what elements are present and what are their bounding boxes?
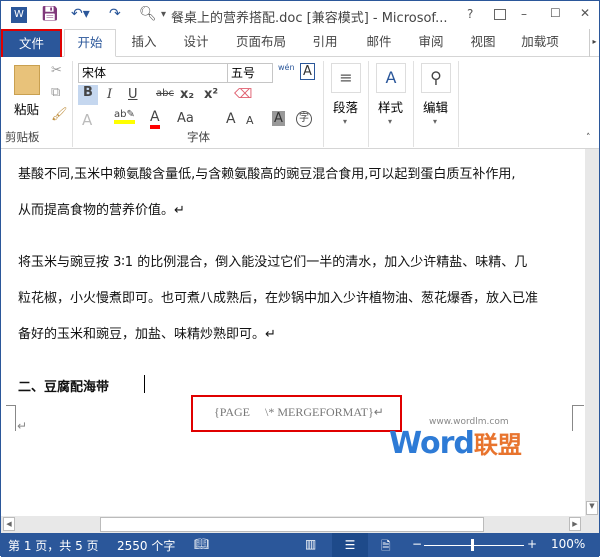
minimize-button[interactable]: – xyxy=(521,7,527,21)
tab-addins[interactable]: 加载项 xyxy=(513,29,567,57)
editing-group[interactable]: ⚲ 编辑 ▾ xyxy=(415,61,459,147)
ribbon-display-button[interactable] xyxy=(494,9,506,20)
font-label: 字体 xyxy=(187,130,210,144)
heading: 二、豆腐配海带 xyxy=(18,380,110,395)
page-count[interactable]: 第 1 页，共 5 页 xyxy=(8,537,99,554)
status-bar: 第 1 页，共 5 页 2550 个字 📖︎ ▥ ☰ 🗎︎ − + 100% xyxy=(1,533,599,557)
editing-button[interactable]: 编辑 xyxy=(423,97,448,116)
char-border-icon[interactable]: A xyxy=(300,63,315,80)
vertical-scrollbar[interactable]: ▼ xyxy=(585,149,599,516)
cut-icon[interactable]: ✂ xyxy=(51,63,62,78)
document-page[interactable]: 基酸不同,玉米中赖氨酸含量低,与含赖氨酸高的豌豆混合食用,可以起到蛋白质互补作用… xyxy=(1,149,585,516)
dropdown-arrow-icon: ▾ xyxy=(433,117,438,126)
text-cursor xyxy=(144,375,145,393)
zoom-slider-thumb[interactable] xyxy=(471,539,474,551)
horizontal-scroll-thumb[interactable] xyxy=(100,517,484,532)
watermark-cn: 联盟 xyxy=(473,431,522,459)
shrink-font-button[interactable]: A xyxy=(246,114,254,127)
tabs-scroll-right[interactable]: ▸ xyxy=(589,29,599,57)
font-color-icon[interactable]: A xyxy=(150,109,160,129)
tab-references[interactable]: 引用 xyxy=(303,29,347,57)
tab-home[interactable]: 开始 xyxy=(64,29,116,57)
underline-button[interactable]: U xyxy=(128,87,138,102)
phonetic-guide-icon[interactable]: wén xyxy=(278,63,295,72)
help-button[interactable]: ? xyxy=(467,7,473,21)
bold-button[interactable]: B xyxy=(78,85,98,105)
paste-icon[interactable] xyxy=(14,65,40,95)
tab-mailings[interactable]: 邮件 xyxy=(357,29,401,57)
zoom-out-button[interactable]: − xyxy=(412,537,422,551)
enclose-char-icon[interactable]: 字 xyxy=(296,111,312,127)
paragraph-button[interactable]: 段落 xyxy=(333,97,358,116)
clipboard-group: 粘贴 ✂ ⧉ 🖌︎ 剪贴板 xyxy=(1,61,73,147)
word-logo-icon: W xyxy=(11,7,27,23)
paragraph-icon[interactable]: ≡ xyxy=(331,63,361,93)
font-group: 宋体 五号 wén A B I U abc x₂ x² ⌫ A ab✎ A Aa… xyxy=(74,61,324,147)
close-button[interactable]: ✕ xyxy=(580,6,590,20)
save-icon[interactable]: 💾︎ xyxy=(41,6,59,22)
highlight-icon[interactable]: ab✎ xyxy=(114,109,135,124)
watermark-word: Word xyxy=(389,426,475,461)
print-preview-icon[interactable]: 🔍︎ xyxy=(139,6,157,22)
tab-layout[interactable]: 页面布局 xyxy=(229,29,293,57)
title-bar: W 💾︎ ↶▾ ↷ 🔍︎ ▾ 餐桌上的营养搭配.doc [兼容模式] - Mic… xyxy=(1,1,599,29)
collapse-ribbon-icon[interactable]: ˄ xyxy=(586,133,591,143)
clear-formatting-icon[interactable]: ⌫ xyxy=(234,87,252,102)
doc-line: 基酸不同,玉米中赖氨酸含量低,与含赖氨酸高的豌豆混合食用,可以起到蛋白质互补作用… xyxy=(18,167,516,182)
horizontal-scrollbar[interactable]: ◀ ▶ xyxy=(1,516,599,533)
proofing-icon[interactable]: 📖︎ xyxy=(194,537,209,551)
paragraph-group[interactable]: ≡ 段落 ▾ xyxy=(325,61,369,147)
paragraph-mark: ↵ xyxy=(17,419,28,433)
italic-button[interactable]: I xyxy=(107,87,112,102)
zoom-slider[interactable] xyxy=(424,545,524,546)
grow-font-button[interactable]: A xyxy=(226,111,236,127)
copy-icon[interactable]: ⧉ xyxy=(51,85,60,100)
read-mode-icon[interactable]: ▥ xyxy=(305,537,316,551)
char-shading-icon[interactable]: A xyxy=(272,111,285,126)
header-corner-mark xyxy=(572,405,584,431)
maximize-button[interactable]: ☐ xyxy=(550,6,561,20)
strikethrough-button[interactable]: abc xyxy=(156,88,174,99)
header-corner-mark xyxy=(6,405,16,431)
doc-line: 粒花椒，小火慢煮即可。也可煮八成熟后，在炒锅中加入少许植物油、葱花爆香，放入已准 xyxy=(18,291,539,306)
customize-qat-icon[interactable]: ▾ xyxy=(161,9,166,20)
tab-review[interactable]: 审阅 xyxy=(409,29,453,57)
doc-line: 将玉米与豌豆按 3∶1 的比例混合，倒入能没过它们一半的清水，加入少许精盐、味精… xyxy=(18,255,528,270)
change-case-button[interactable]: Aa xyxy=(177,111,194,126)
doc-line: 从而提高食物的营养价值。↵ xyxy=(18,203,185,218)
print-layout-icon[interactable]: ☰ xyxy=(332,533,368,557)
scroll-down-arrow[interactable]: ▼ xyxy=(586,501,598,515)
font-size-select[interactable]: 五号 xyxy=(227,63,273,83)
dropdown-arrow-icon: ▾ xyxy=(343,117,348,126)
redo-icon[interactable]: ↷ xyxy=(109,6,121,22)
styles-icon[interactable]: A xyxy=(376,63,406,93)
tab-view[interactable]: 视图 xyxy=(461,29,505,57)
scroll-left-arrow[interactable]: ◀ xyxy=(3,517,15,531)
scroll-right-arrow[interactable]: ▶ xyxy=(569,517,581,531)
ribbon-tabs: 文件 开始 插入 设计 页面布局 引用 邮件 审阅 视图 加载项 ▸ xyxy=(1,29,599,59)
styles-group[interactable]: A 样式 ▾ xyxy=(370,61,414,147)
font-name-select[interactable]: 宋体 xyxy=(78,63,228,83)
web-layout-icon[interactable]: 🗎︎ xyxy=(381,537,391,558)
ribbon: 粘贴 ✂ ⧉ 🖌︎ 剪贴板 宋体 五号 wén A B I U abc x₂ x… xyxy=(1,57,599,149)
tab-file[interactable]: 文件 xyxy=(1,29,62,59)
window-title: 餐桌上的营养搭配.doc [兼容模式] - Microsof... xyxy=(171,11,448,26)
dropdown-arrow-icon: ▾ xyxy=(388,117,393,126)
text-effects-icon[interactable]: A xyxy=(82,111,92,129)
page-field-code[interactable]: {PAGE \* MERGEFORMAT}↵ xyxy=(214,405,384,420)
word-count[interactable]: 2550 个字 xyxy=(117,537,175,554)
binoculars-icon[interactable]: ⚲ xyxy=(421,63,451,93)
styles-button[interactable]: 样式 xyxy=(378,97,403,116)
format-painter-icon[interactable]: 🖌︎ xyxy=(51,107,68,122)
paste-button[interactable]: 粘贴 xyxy=(14,99,39,118)
clipboard-label: 剪贴板 xyxy=(5,130,40,144)
superscript-button[interactable]: x² xyxy=(204,87,218,102)
tab-insert[interactable]: 插入 xyxy=(123,29,165,57)
subscript-button[interactable]: x₂ xyxy=(180,87,194,102)
tab-design[interactable]: 设计 xyxy=(173,29,219,57)
undo-icon[interactable]: ↶▾ xyxy=(71,6,90,22)
zoom-in-button[interactable]: + xyxy=(527,537,537,551)
zoom-level[interactable]: 100% xyxy=(551,537,585,551)
doc-line: 备好的玉米和豌豆，加盐、味精炒熟即可。↵ xyxy=(18,327,276,342)
